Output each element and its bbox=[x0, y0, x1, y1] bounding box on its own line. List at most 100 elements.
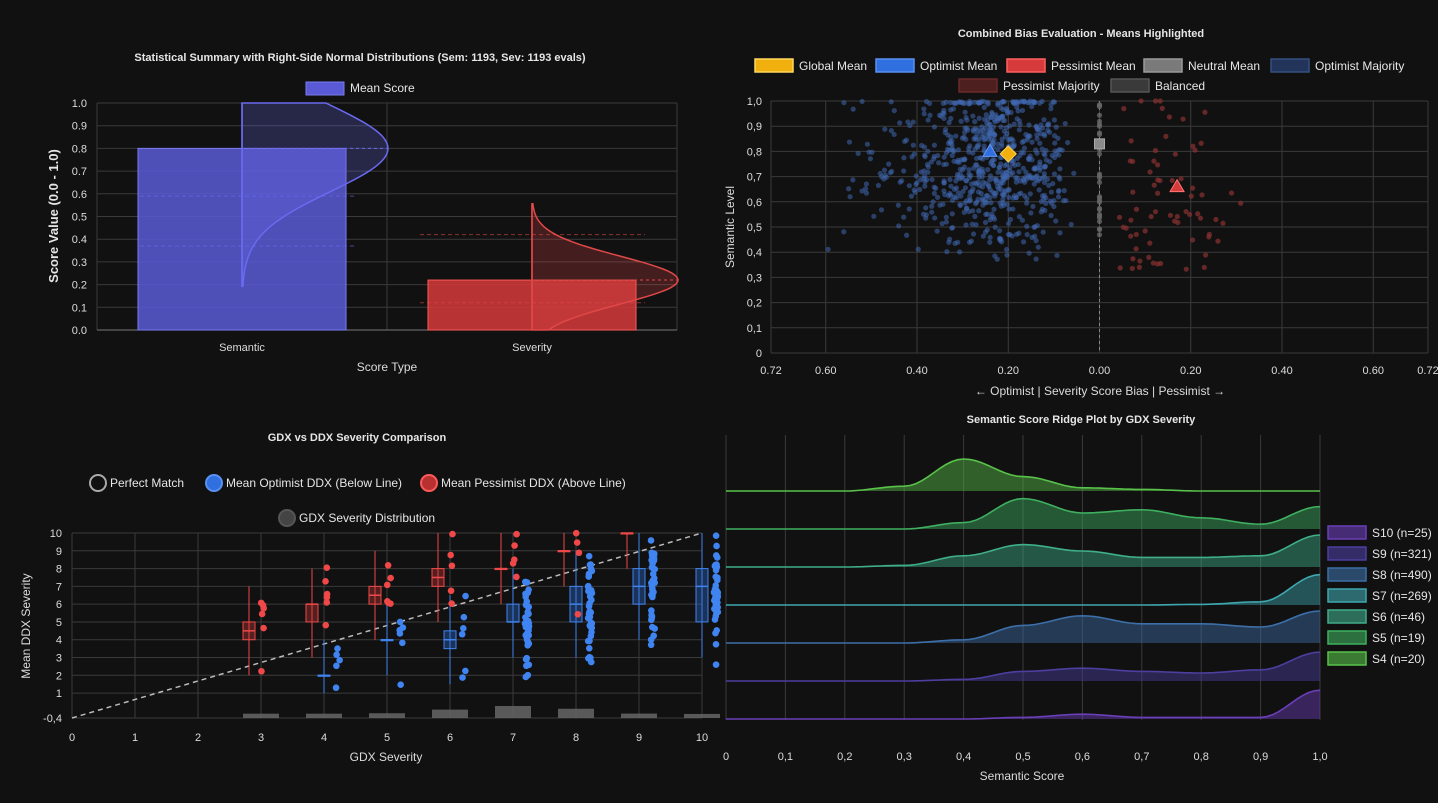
point-optimist bbox=[1068, 221, 1074, 228]
legend-label[interactable]: Pessimist Mean bbox=[1051, 59, 1136, 73]
point-pessimist bbox=[1155, 190, 1161, 196]
point-optimist bbox=[914, 180, 920, 186]
point-optimist bbox=[841, 229, 847, 235]
x-tick-label: 0.20 bbox=[1180, 365, 1201, 377]
point-pessimist bbox=[1238, 200, 1244, 206]
optimist-point bbox=[648, 623, 656, 631]
point-optimist bbox=[976, 142, 982, 148]
panel4-legend: S10 (n=25) S9 (n=321) S8 (n=490) S7 (n=269)… bbox=[1327, 525, 1432, 666]
x-tick-label: 0,6 bbox=[1075, 751, 1090, 763]
optimist-point bbox=[712, 532, 720, 539]
point-optimist bbox=[934, 228, 940, 234]
point-optimist bbox=[921, 111, 927, 117]
point-optimist bbox=[1020, 165, 1026, 171]
optimist-point bbox=[649, 585, 656, 593]
legend-label[interactable]: S10 (n=25) bbox=[1372, 526, 1432, 540]
legend-label[interactable]: S4 (n=20) bbox=[1372, 652, 1425, 666]
panel1-legend-label[interactable]: Mean Score bbox=[350, 81, 415, 95]
point-optimist bbox=[1020, 239, 1027, 245]
point-balanced bbox=[1096, 118, 1103, 124]
legend-label[interactable]: S7 (n=269) bbox=[1372, 589, 1432, 603]
pessimist-point bbox=[448, 600, 455, 607]
optimist-point bbox=[712, 641, 720, 648]
point-pessimist bbox=[1197, 215, 1204, 221]
legend-label[interactable]: Global Mean bbox=[799, 59, 867, 73]
point-optimist bbox=[940, 201, 946, 207]
legend-label[interactable]: Mean Optimist DDX (Below Line) bbox=[226, 476, 402, 490]
legend-label[interactable]: Pessimist Majority bbox=[1003, 79, 1100, 93]
point-pessimist bbox=[1220, 220, 1226, 226]
point-pessimist bbox=[1151, 158, 1157, 164]
point-optimist bbox=[944, 249, 950, 255]
legend-label[interactable]: S6 (n=46) bbox=[1372, 610, 1425, 624]
optimist-point bbox=[525, 661, 533, 669]
point-optimist bbox=[954, 159, 960, 165]
legend-label[interactable]: S5 (n=19) bbox=[1372, 631, 1425, 645]
pessimist-point bbox=[448, 562, 456, 570]
point-optimist bbox=[915, 246, 921, 252]
point-optimist bbox=[931, 184, 937, 190]
point-optimist bbox=[981, 99, 988, 105]
optimist-point bbox=[588, 624, 596, 632]
x-tick-label: 0,4 bbox=[956, 751, 971, 763]
legend-label[interactable]: Perfect Match bbox=[110, 476, 184, 490]
point-optimist bbox=[910, 119, 916, 125]
point-optimist bbox=[970, 113, 976, 119]
point-optimist bbox=[1031, 99, 1037, 105]
point-pessimist bbox=[1215, 238, 1221, 244]
panel1-title: Statistical Summary with Right-Side Norm… bbox=[134, 52, 585, 64]
point-optimist bbox=[957, 249, 963, 255]
point-pessimist bbox=[1120, 224, 1126, 230]
legend-swatch bbox=[1327, 651, 1367, 666]
pessimist-point bbox=[509, 560, 517, 567]
y-tick-label: 0,7 bbox=[747, 172, 762, 184]
point-optimist bbox=[978, 190, 984, 197]
point-pessimist bbox=[1167, 212, 1174, 218]
distribution-bar bbox=[306, 713, 342, 718]
point-optimist bbox=[985, 167, 991, 173]
point-pessimist bbox=[1117, 265, 1123, 271]
point-optimist bbox=[941, 115, 947, 122]
legend-label[interactable]: Balanced bbox=[1155, 79, 1205, 93]
point-optimist bbox=[987, 239, 993, 245]
legend-label[interactable]: S9 (n=321) bbox=[1372, 547, 1432, 561]
point-optimist bbox=[1039, 206, 1045, 212]
optimist-point bbox=[647, 636, 655, 644]
point-pessimist bbox=[1147, 169, 1153, 175]
optimist-box[interactable] bbox=[695, 568, 709, 623]
optimist-point bbox=[710, 597, 718, 604]
y-tick-label: 9 bbox=[56, 546, 62, 558]
y-tick-label: 0.8 bbox=[72, 143, 87, 155]
legend-label[interactable]: Mean Pessimist DDX (Above Line) bbox=[441, 476, 626, 490]
legend-label[interactable]: Neutral Mean bbox=[1188, 59, 1260, 73]
legend-label[interactable]: GDX Severity Distribution bbox=[299, 511, 435, 525]
legend-label[interactable]: S8 (n=490) bbox=[1372, 568, 1432, 582]
pessimist-box[interactable] bbox=[305, 603, 319, 623]
point-optimist bbox=[908, 193, 915, 199]
point-optimist bbox=[1013, 231, 1020, 237]
marker-neutral-mean[interactable] bbox=[1094, 138, 1105, 150]
legend-label[interactable]: Optimist Majority bbox=[1315, 59, 1404, 73]
point-balanced bbox=[1096, 226, 1103, 232]
optimist-point bbox=[585, 552, 593, 560]
y-tick-label: 0.2 bbox=[72, 280, 87, 292]
optimist-point bbox=[586, 561, 594, 569]
optimist-point bbox=[334, 645, 341, 652]
point-pessimist bbox=[1183, 208, 1189, 215]
point-optimist bbox=[993, 179, 999, 186]
pessimist-point bbox=[574, 610, 582, 618]
optimist-box[interactable] bbox=[506, 603, 520, 623]
point-optimist bbox=[988, 214, 994, 220]
optimist-point bbox=[399, 624, 407, 631]
point-optimist bbox=[960, 166, 966, 173]
y-tick-label: 0 bbox=[756, 348, 762, 360]
point-pessimist bbox=[1130, 189, 1136, 195]
pessimist-point bbox=[260, 624, 267, 632]
legend-label[interactable]: Optimist Mean bbox=[920, 59, 997, 73]
x-tick-label: 0 bbox=[723, 751, 729, 763]
x-tick-label: 0,9 bbox=[1253, 751, 1268, 763]
y-tick-label: 2 bbox=[56, 670, 62, 682]
distribution-bar bbox=[621, 713, 657, 718]
point-optimist bbox=[1057, 176, 1063, 182]
y-tick-label: 5 bbox=[56, 617, 62, 629]
